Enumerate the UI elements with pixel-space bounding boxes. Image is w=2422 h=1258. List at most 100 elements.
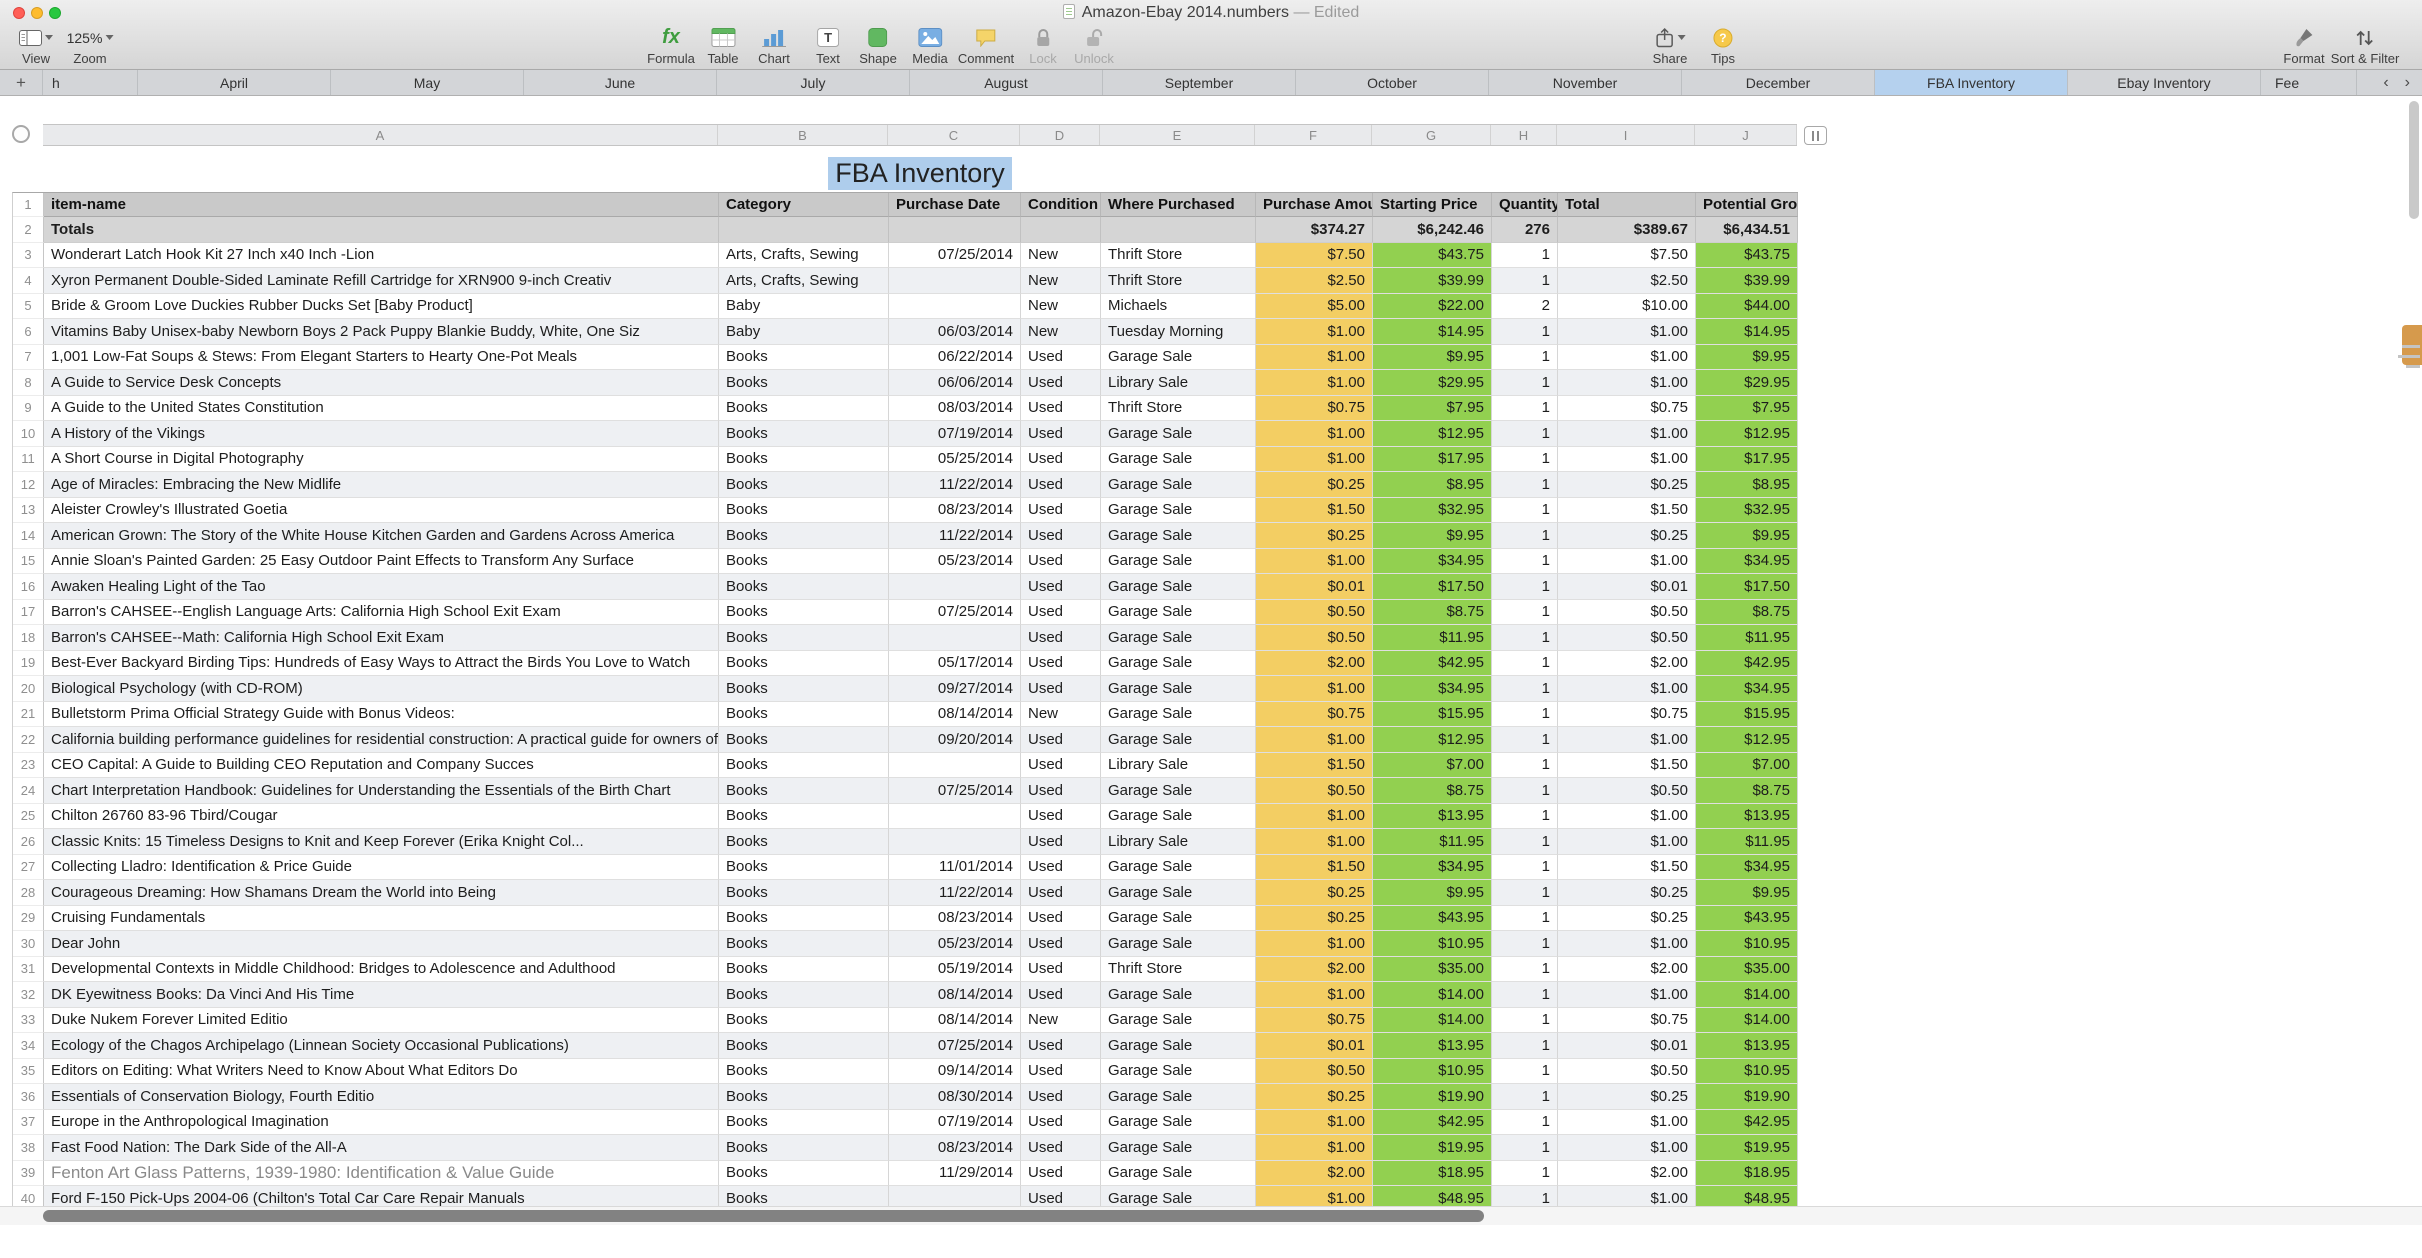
cell[interactable]: $14.95 bbox=[1373, 319, 1492, 345]
cell[interactable]: 1 bbox=[1492, 854, 1558, 880]
cell[interactable]: 1 bbox=[1492, 778, 1558, 804]
cell[interactable]: 11/22/2014 bbox=[889, 880, 1021, 906]
cell[interactable]: $2.00 bbox=[1256, 1160, 1373, 1186]
cell[interactable]: 08/30/2014 bbox=[889, 1084, 1021, 1110]
cell[interactable]: $32.95 bbox=[1373, 497, 1492, 523]
cell[interactable]: $19.95 bbox=[1373, 1135, 1492, 1161]
cell[interactable]: Purchase Amount bbox=[1256, 193, 1373, 217]
cell[interactable]: Books bbox=[719, 829, 889, 855]
sheet-tab-december[interactable]: December bbox=[1682, 70, 1875, 95]
cell[interactable]: $19.90 bbox=[1373, 1084, 1492, 1110]
cell[interactable]: $1.50 bbox=[1256, 752, 1373, 778]
cell[interactable]: $1.00 bbox=[1256, 829, 1373, 855]
row-number[interactable]: 27 bbox=[13, 854, 44, 880]
cell[interactable]: $1.00 bbox=[1558, 1135, 1696, 1161]
cell[interactable]: $1.00 bbox=[1256, 421, 1373, 447]
column-header-e[interactable]: E bbox=[1100, 125, 1255, 145]
cell[interactable]: 1 bbox=[1492, 650, 1558, 676]
cell[interactable]: $0.50 bbox=[1558, 599, 1696, 625]
cell[interactable]: Books bbox=[719, 931, 889, 957]
cell[interactable]: $1.00 bbox=[1256, 319, 1373, 345]
row-number[interactable]: 33 bbox=[13, 1007, 44, 1033]
cell[interactable]: $14.00 bbox=[1373, 1007, 1492, 1033]
cell[interactable]: Garage Sale bbox=[1101, 1033, 1256, 1059]
cell[interactable]: $0.75 bbox=[1558, 1007, 1696, 1033]
cell[interactable]: Books bbox=[719, 880, 889, 906]
cell[interactable]: Used bbox=[1021, 395, 1101, 421]
cell[interactable]: New bbox=[1021, 701, 1101, 727]
cell[interactable]: 11/29/2014 bbox=[889, 1160, 1021, 1186]
cell[interactable]: $11.95 bbox=[1696, 829, 1798, 855]
cell[interactable]: Garage Sale bbox=[1101, 982, 1256, 1008]
add-sheet-button[interactable]: + bbox=[0, 70, 43, 95]
cell[interactable]: $1.00 bbox=[1256, 1109, 1373, 1135]
cell[interactable] bbox=[889, 803, 1021, 829]
cell[interactable]: $42.95 bbox=[1696, 650, 1798, 676]
cell[interactable]: Books bbox=[719, 727, 889, 753]
cell[interactable]: $374.27 bbox=[1256, 217, 1373, 243]
cell[interactable]: $11.95 bbox=[1373, 829, 1492, 855]
cell[interactable] bbox=[889, 293, 1021, 319]
cell[interactable]: Used bbox=[1021, 956, 1101, 982]
column-header-b[interactable]: B bbox=[718, 125, 888, 145]
cell[interactable]: $17.50 bbox=[1373, 574, 1492, 600]
cell[interactable]: $19.90 bbox=[1696, 1084, 1798, 1110]
sheet-tab-november[interactable]: November bbox=[1489, 70, 1682, 95]
cell[interactable]: 1 bbox=[1492, 268, 1558, 294]
cell[interactable]: Used bbox=[1021, 344, 1101, 370]
cell[interactable]: $0.01 bbox=[1558, 574, 1696, 600]
cell[interactable]: $15.95 bbox=[1696, 701, 1798, 727]
cell[interactable]: $5.00 bbox=[1256, 293, 1373, 319]
cell[interactable]: 1 bbox=[1492, 548, 1558, 574]
cell[interactable]: New bbox=[1021, 319, 1101, 345]
cell[interactable]: $8.75 bbox=[1373, 599, 1492, 625]
cell[interactable]: Potential Gross bbox=[1696, 193, 1798, 217]
cell[interactable]: A Short Course in Digital Photography bbox=[44, 446, 719, 472]
column-end-handle[interactable] bbox=[1804, 126, 1827, 145]
cell[interactable]: $1.00 bbox=[1256, 1135, 1373, 1161]
cell[interactable]: $0.25 bbox=[1256, 472, 1373, 498]
sheet-tab-april[interactable]: April bbox=[138, 70, 331, 95]
share-button[interactable]: Share bbox=[1653, 26, 1687, 66]
sheet-tab-ebay-inventory[interactable]: Ebay Inventory bbox=[2068, 70, 2261, 95]
horizontal-scrollbar-track[interactable] bbox=[0, 1206, 2422, 1225]
cell[interactable]: $7.95 bbox=[1373, 395, 1492, 421]
cell[interactable]: Used bbox=[1021, 905, 1101, 931]
table-select-handle[interactable] bbox=[12, 125, 30, 143]
row-number[interactable]: 7 bbox=[13, 344, 44, 370]
column-header-d[interactable]: D bbox=[1020, 125, 1100, 145]
cell[interactable]: $0.25 bbox=[1256, 880, 1373, 906]
cell[interactable]: 1 bbox=[1492, 701, 1558, 727]
cell[interactable]: Arts, Crafts, Sewing bbox=[719, 268, 889, 294]
cell[interactable]: Used bbox=[1021, 1109, 1101, 1135]
horizontal-scrollbar-thumb[interactable] bbox=[43, 1210, 1484, 1222]
cell[interactable]: $29.95 bbox=[1696, 370, 1798, 396]
cell[interactable]: $39.99 bbox=[1696, 268, 1798, 294]
cell[interactable]: 06/06/2014 bbox=[889, 370, 1021, 396]
cell[interactable]: 1,001 Low-Fat Soups & Stews: From Elegan… bbox=[44, 344, 719, 370]
cell[interactable]: $0.25 bbox=[1256, 523, 1373, 549]
row-number[interactable]: 23 bbox=[13, 752, 44, 778]
cell[interactable]: Collecting Lladro: Identification & Pric… bbox=[44, 854, 719, 880]
cell[interactable]: 07/25/2014 bbox=[889, 599, 1021, 625]
cell[interactable]: Classic Knits: 15 Timeless Designs to Kn… bbox=[44, 829, 719, 855]
cell[interactable]: Thrift Store bbox=[1101, 268, 1256, 294]
cell[interactable]: 1 bbox=[1492, 1109, 1558, 1135]
cell[interactable]: $1.00 bbox=[1558, 931, 1696, 957]
cell[interactable]: 1 bbox=[1492, 1084, 1558, 1110]
cell[interactable]: 1 bbox=[1492, 1033, 1558, 1059]
cell[interactable]: $1.50 bbox=[1558, 752, 1696, 778]
cell[interactable]: $42.95 bbox=[1696, 1109, 1798, 1135]
chevron-left-icon[interactable]: ‹ bbox=[2383, 74, 2388, 92]
cell[interactable]: $1.50 bbox=[1256, 854, 1373, 880]
cell[interactable]: New bbox=[1021, 1007, 1101, 1033]
cell[interactable]: Garage Sale bbox=[1101, 854, 1256, 880]
cell[interactable]: 1 bbox=[1492, 803, 1558, 829]
cell[interactable]: Bulletstorm Prima Official Strategy Guid… bbox=[44, 701, 719, 727]
cell[interactable]: Used bbox=[1021, 931, 1101, 957]
cell[interactable]: $14.95 bbox=[1696, 319, 1798, 345]
cell[interactable]: 276 bbox=[1492, 217, 1558, 243]
cell[interactable]: Condition bbox=[1021, 193, 1101, 217]
cell[interactable]: 1 bbox=[1492, 421, 1558, 447]
sheet-tab-partial-left[interactable]: h bbox=[43, 70, 138, 95]
